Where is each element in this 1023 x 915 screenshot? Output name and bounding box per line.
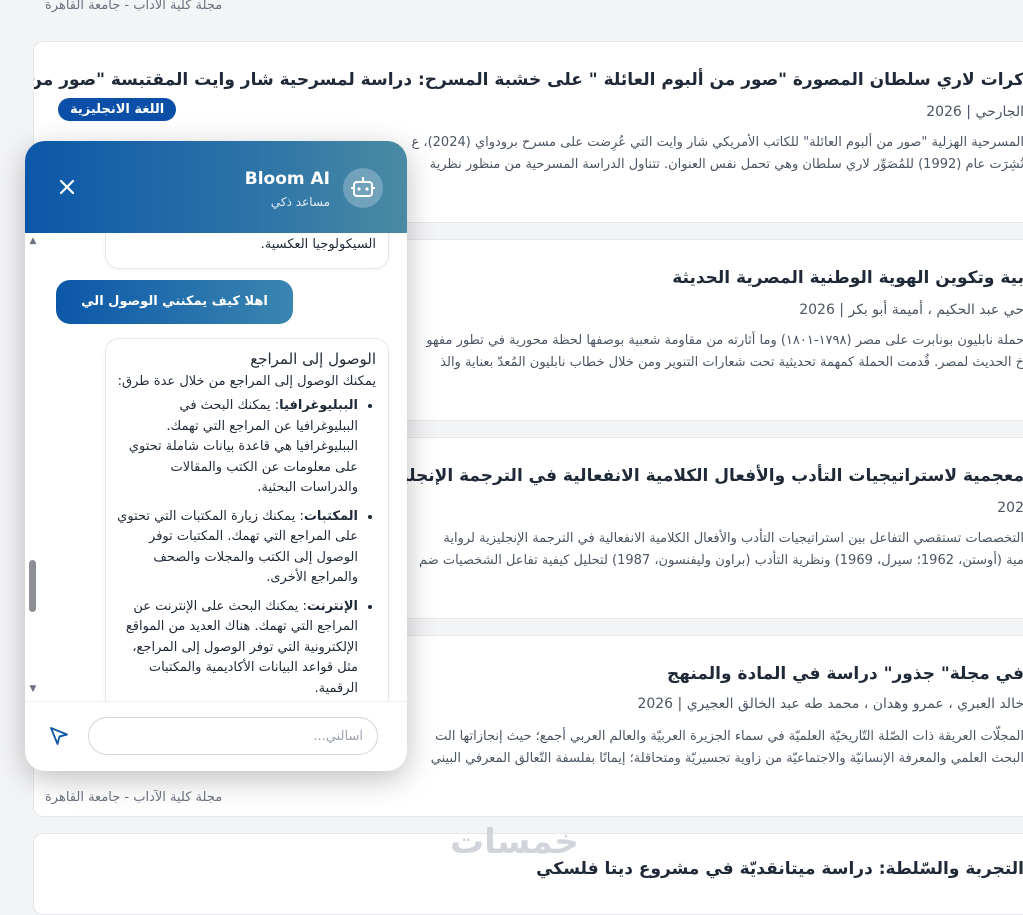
article-meta: حي عبد الحكيم ، أميمة أبو بكر | 2026 [799,302,1023,318]
chat-header: Bloom AI مساعد ذكي [25,141,407,233]
answer-title: الوصول إلى المراجع [250,350,376,368]
chat-messages[interactable]: السيكولوجيا العكسية. اهلا كيف يمكنني الو… [25,233,407,701]
scroll-down-arrow[interactable]: ▼ [28,684,38,694]
article-title[interactable]: في مجلة" جذور" دراسة في المادة والمنهج [667,664,1023,684]
article-title[interactable]: كرات لاري سلطان المصورة "صور من ألبوم ال… [34,70,1023,90]
chat-footer [25,701,407,771]
answer-intro: يمكنك الوصول إلى المراجع من خلال عدة طرق… [117,373,376,389]
bot-message: السيكولوجيا العكسية. [105,233,389,269]
article-abstract-line: مية (أوستن، 1962؛ سيرل، 1969) ونظرية الت… [419,553,1023,568]
article-abstract-line: حملة نابليون بونابرت على مصر (١٧٩٨-١٨٠١)… [426,333,1023,348]
send-icon[interactable] [47,724,71,748]
article-meta: خالد العبري ، عمرو وهدان ، محمد طه عبد ا… [637,696,1023,712]
chat-input[interactable] [88,717,378,755]
article-abstract-line: التخصصات تستقصي التفاعل بين استراتيجيات … [443,531,1023,546]
article-title[interactable]: التجربة والسّلطة: دراسة ميتانقديّة في مش… [536,859,1023,879]
article-title[interactable]: بية وتكوين الهوية الوطنية المصرية الحديث… [672,268,1023,288]
bot-message: الوصول إلى المراجع يمكنك الوصول إلى المر… [105,338,389,701]
chat-assistant-name: Bloom AI [244,169,330,189]
list-item-term: الببليوغرافيا [279,398,358,413]
list-item-term: المكتبات [303,508,358,524]
journal-name-bottom: مجلة كلية الآداب - جامعة القاهرة [45,790,223,805]
scroll-up-arrow[interactable]: ▲ [28,236,38,246]
article-abstract-line: المسرحية الهزلية "صور من ألبوم العائلة" … [411,135,1023,150]
close-icon[interactable] [55,175,79,199]
robot-icon [343,168,383,208]
list-item: الإنترنت: يمكنك البحث على الإنترنت عن ال… [116,597,358,700]
list-item-term: الإنترنت [306,598,358,614]
journal-name-top: مجلة كلية الآداب - جامعة القاهرة [45,0,223,13]
article-abstract-line: نُشِرَت عام (1992) للمُصَوِّر لاري سلطان… [429,157,1023,172]
user-message: اهلا كيف يمكنني الوصول الي المراجع [56,280,293,353]
chat-assistant-subtitle: مساعد ذكي [270,195,330,209]
chat-widget: Bloom AI مساعد ذكي السيكولوجيا العكسية. … [25,141,407,771]
article-meta: الجارحي | 2026 [926,104,1023,120]
watermark-logo: خمسات [450,822,579,862]
list-item: الببليوغرافيا: يمكنك البحث في الببليوغرا… [116,396,358,499]
article-abstract-line: خ الحديث لمصر. قُدمت الحملة كمهمة تحديثي… [440,355,1023,370]
language-badge: اللغة الانجليزية [58,98,177,121]
list-item: المكتبات: يمكنك زيارة المكتبات التي تحتو… [116,507,358,589]
scrollbar-thumb[interactable] [29,560,36,612]
article-abstract-line: المجلّات العريقة ذات الصّلة التّاريخيّة … [435,729,1023,744]
article-title[interactable]: معجمية لاستراتيجيات التأدب والأفعال الكل… [304,466,1023,486]
answer-list: الببليوغرافيا: يمكنك البحث في الببليوغرا… [116,396,376,699]
article-abstract-line: البحث العلمي والمعرفة الإنسانيّة والاجتم… [430,751,1023,766]
article-meta: 202 [997,500,1023,516]
bot-message-text: السيكولوجيا العكسية. [260,237,376,252]
